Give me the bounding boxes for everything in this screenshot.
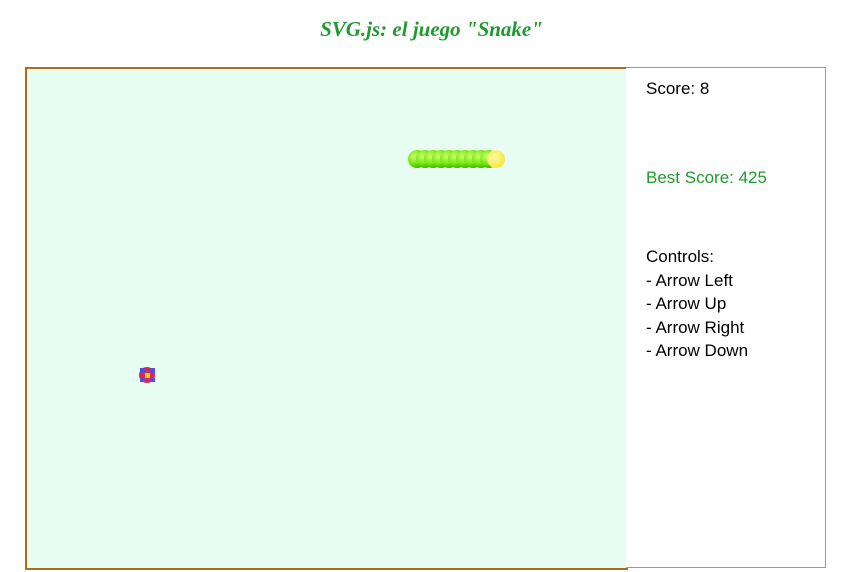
food-tile — [145, 373, 150, 378]
snake-head — [487, 150, 505, 168]
snake-icon — [408, 150, 505, 168]
control-item-arrow-right: - Arrow Right — [646, 317, 745, 337]
control-item-arrow-down: - Arrow Down — [646, 341, 749, 360]
game-board[interactable] — [25, 67, 628, 570]
control-item-arrow-left: - Arrow Left — [646, 270, 733, 290]
food-tile — [150, 368, 155, 373]
best-score-label: Best Score: 425 — [646, 168, 767, 187]
food-tile — [140, 368, 145, 373]
controls-heading: Controls: — [646, 247, 715, 266]
food-tile — [150, 378, 155, 382]
score-label: Score: 8 — [646, 79, 710, 98]
control-item-arrow-up: - Arrow Up — [646, 294, 727, 313]
controls-list: Controls: - Arrow Left - Arrow Up - Arro… — [646, 245, 748, 363]
food-icon — [139, 367, 155, 383]
game-canvas — [139, 150, 505, 383]
side-panel: Score: 8 Best Score: 425 Controls: - Arr… — [626, 67, 826, 568]
page-title: SVG.js: el juego "Snake" — [320, 17, 543, 41]
food-tile — [140, 378, 145, 382]
